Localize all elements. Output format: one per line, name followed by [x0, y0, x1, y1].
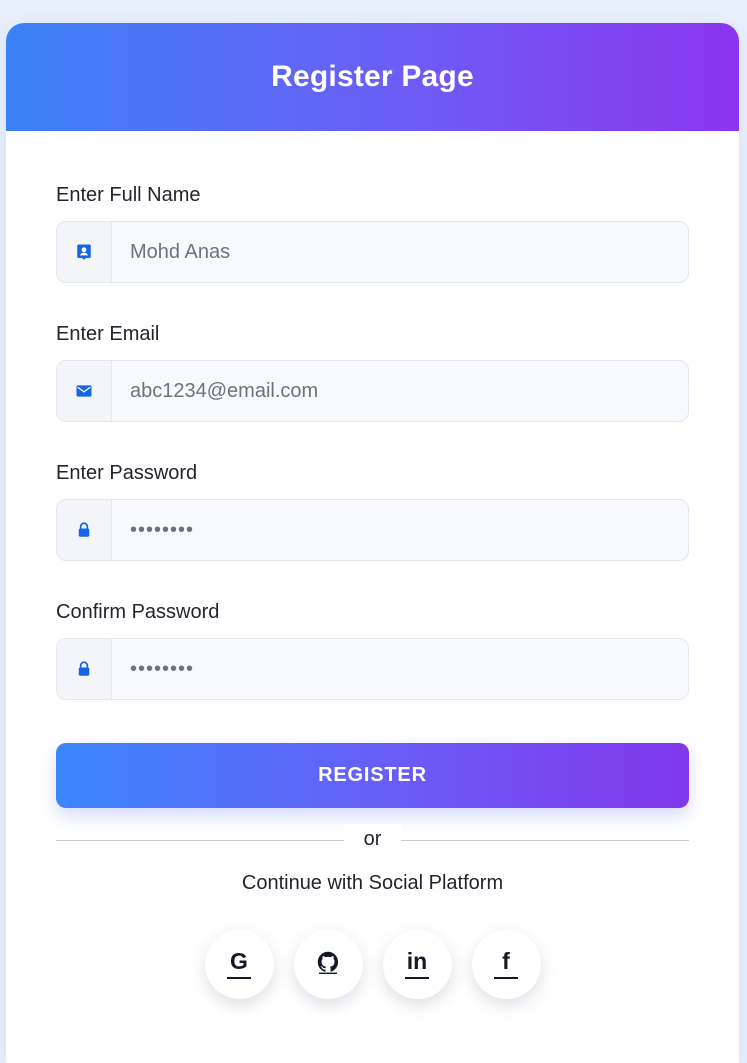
full-name-row: [56, 221, 689, 283]
confirm-password-label: Confirm Password: [56, 601, 220, 623]
user-badge-icon: [57, 222, 112, 282]
lock-icon: [57, 500, 112, 560]
email-group: Enter Email: [56, 323, 689, 422]
linkedin-underline: [405, 977, 429, 979]
page-title: Register Page: [271, 60, 474, 93]
github-login-button[interactable]: [293, 930, 363, 999]
email-input[interactable]: [112, 361, 688, 421]
social-prompt: Continue with Social Platform: [241, 872, 504, 894]
confirm-password-row: [56, 638, 689, 700]
password-group: Enter Password: [56, 462, 689, 561]
confirm-password-input[interactable]: [112, 639, 688, 699]
password-row: [56, 499, 689, 561]
or-text: or: [343, 824, 402, 855]
email-label: Enter Email: [56, 323, 160, 345]
lock-icon: [57, 639, 112, 699]
register-form: Enter Full Name Enter Email Enter Passwo…: [6, 184, 739, 999]
full-name-label: Enter Full Name: [56, 184, 201, 206]
register-button[interactable]: REGISTER: [56, 743, 689, 808]
facebook-underline: [494, 977, 518, 979]
email-row: [56, 360, 689, 422]
google-login-button[interactable]: G: [204, 930, 274, 999]
google-icon: G: [230, 948, 248, 974]
facebook-login-button[interactable]: f: [471, 930, 541, 999]
linkedin-icon: in: [406, 948, 428, 974]
facebook-icon: f: [502, 948, 510, 974]
full-name-group: Enter Full Name: [56, 184, 689, 283]
envelope-icon: [57, 361, 112, 421]
card-header: Register Page: [6, 23, 739, 131]
password-input[interactable]: [112, 500, 688, 560]
linkedin-login-button[interactable]: in: [382, 930, 452, 999]
register-card: Register Page Enter Full Name Enter Emai…: [6, 23, 739, 1063]
confirm-password-group: Confirm Password: [56, 601, 689, 700]
password-label: Enter Password: [56, 462, 198, 484]
google-underline: [227, 977, 251, 979]
github-icon: [316, 950, 340, 979]
or-divider: or: [56, 824, 689, 855]
full-name-input[interactable]: [112, 222, 688, 282]
social-buttons: G in f: [56, 930, 689, 999]
